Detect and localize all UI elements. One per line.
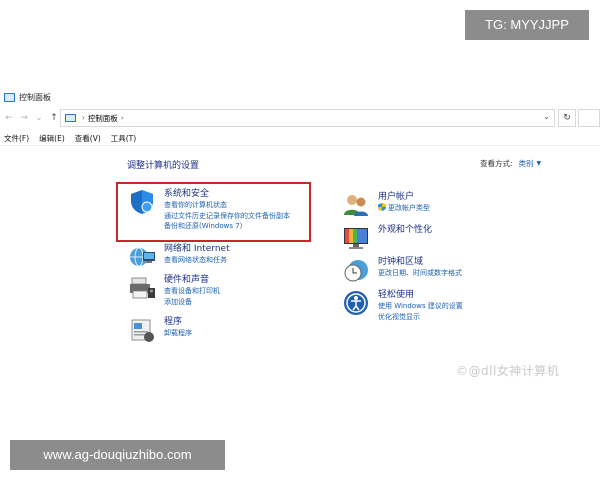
category-programs: 程序 卸载程序 <box>128 316 192 344</box>
window-title: 控制面板 <box>19 92 51 102</box>
category-ease-of-access: 轻松使用 使用 Windows 建议的设置 优化视觉显示 <box>342 289 463 322</box>
category-title-ease-of-access[interactable]: 轻松使用 <box>378 289 463 301</box>
category-hardware-sound: 硬件和声音 查看设备和打印机 添加设备 <box>128 274 220 307</box>
address-bar[interactable]: › 控制面板 › ⌄ <box>60 109 555 127</box>
category-title-user-accounts[interactable]: 用户帐户 <box>378 191 430 203</box>
category-title-clock-region[interactable]: 时钟和区域 <box>378 256 462 268</box>
caret-down-icon[interactable]: ▼ <box>537 160 542 167</box>
programs-icon <box>131 319 154 342</box>
view-by: 查看方式: 类别 ▼ <box>480 158 541 169</box>
link-change-account-type[interactable]: 更改帐户类型 <box>378 203 430 214</box>
printer-icon <box>130 277 155 299</box>
recent-dropdown-icon[interactable]: ⌄ <box>33 112 45 124</box>
category-title-appearance[interactable]: 外观和个性化 <box>378 224 432 236</box>
link-windows-suggested-settings[interactable]: 使用 Windows 建议的设置 <box>378 301 463 312</box>
category-system-security: 系统和安全 查看你的计算机状态 通过文件历史记录保存你的文件备份副本 备份和还原… <box>128 188 290 232</box>
search-input[interactable] <box>578 109 600 127</box>
category-user-accounts: 用户帐户 更改帐户类型 <box>342 191 430 219</box>
chevron-right-icon[interactable]: › <box>82 114 85 122</box>
address-row: ← → ⌄ ↑ › 控制面板 › ⌄ ↻ <box>0 107 600 129</box>
breadcrumb-control-panel[interactable]: 控制面板 <box>88 113 118 124</box>
link-backup-restore[interactable]: 备份和还原(Windows 7) <box>164 221 290 232</box>
category-network: 网络和 Internet 查看网络状态和任务 <box>128 243 230 271</box>
link-change-date-time[interactable]: 更改日期、时间或数字格式 <box>378 268 462 279</box>
back-arrow-icon[interactable]: ← <box>3 112 15 124</box>
link-view-status[interactable]: 查看你的计算机状态 <box>164 200 290 211</box>
menu-file[interactable]: 文件(F) <box>4 133 29 144</box>
accessibility-icon <box>344 291 368 315</box>
uac-shield-icon <box>378 203 386 211</box>
menu-bar: 文件(F) 编辑(E) 查看(V) 工具(T) <box>0 132 600 146</box>
menu-edit[interactable]: 编辑(E) <box>39 133 65 144</box>
control-panel-icon <box>65 114 76 122</box>
link-network-status[interactable]: 查看网络状态和任务 <box>164 255 230 266</box>
category-title-programs[interactable]: 程序 <box>164 316 192 328</box>
link-optimize-visual-display[interactable]: 优化视觉显示 <box>378 312 463 323</box>
users-icon <box>344 195 368 216</box>
window-titlebar: 控制面板 <box>0 88 600 106</box>
forward-arrow-icon[interactable]: → <box>18 112 30 124</box>
up-arrow-icon[interactable]: ↑ <box>48 112 60 124</box>
link-uninstall-program[interactable]: 卸载程序 <box>164 328 192 339</box>
shield-icon <box>131 190 153 214</box>
view-by-dropdown[interactable]: 类别 <box>519 158 534 169</box>
refresh-button[interactable]: ↻ <box>558 109 576 127</box>
link-devices-printers[interactable]: 查看设备和打印机 <box>164 286 220 297</box>
menu-tools[interactable]: 工具(T) <box>111 133 136 144</box>
link-change-account-type-label: 更改帐户类型 <box>388 204 430 212</box>
overlay-banner-top: TG: MYYJJPP <box>465 10 589 40</box>
chevron-right-icon[interactable]: › <box>121 114 124 122</box>
category-appearance: 外观和个性化 <box>342 224 432 252</box>
clock-globe-icon <box>344 260 368 282</box>
category-clock-region: 时钟和区域 更改日期、时间或数字格式 <box>342 256 462 284</box>
category-title-system-security[interactable]: 系统和安全 <box>164 188 290 200</box>
watermark: ©@dll女神计算机 <box>456 364 560 378</box>
menu-view[interactable]: 查看(V) <box>75 133 101 144</box>
page-title: 调整计算机的设置 <box>127 161 200 171</box>
category-title-network[interactable]: 网络和 Internet <box>164 243 230 255</box>
appearance-icon <box>344 228 368 249</box>
chevron-down-icon[interactable]: ⌄ <box>543 112 550 121</box>
overlay-banner-bottom: www.ag-douqiuzhibo.com <box>10 440 225 470</box>
view-by-label: 查看方式: <box>480 159 513 168</box>
control-panel-icon <box>4 92 15 102</box>
link-add-device[interactable]: 添加设备 <box>164 297 220 308</box>
category-title-hardware[interactable]: 硬件和声音 <box>164 274 220 286</box>
globe-network-icon <box>130 247 155 267</box>
link-file-history[interactable]: 通过文件历史记录保存你的文件备份副本 <box>164 211 290 222</box>
